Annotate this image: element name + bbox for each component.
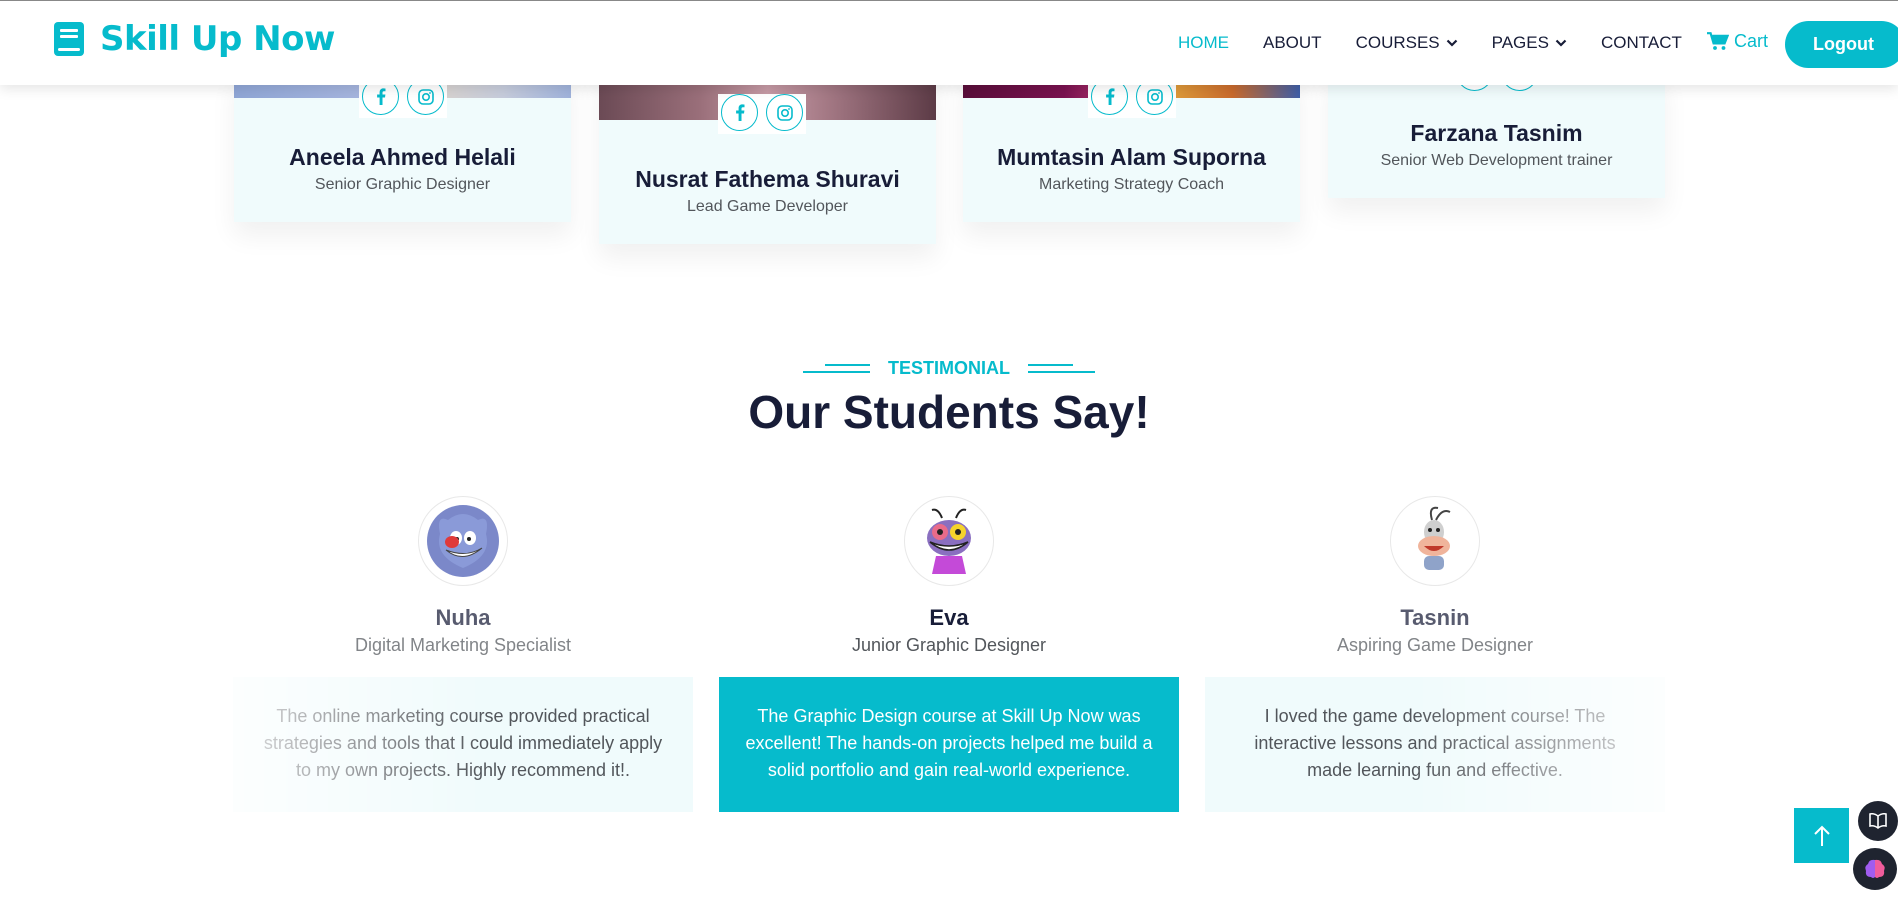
cartoon-cockroach-avatar bbox=[1418, 506, 1451, 570]
nav-courses-label: COURSES bbox=[1355, 33, 1440, 52]
brain-icon bbox=[1865, 859, 1885, 878]
facebook-icon bbox=[376, 88, 385, 105]
nav-home[interactable]: HOME bbox=[1178, 33, 1229, 53]
tag-line-left bbox=[803, 363, 870, 373]
team-member-name: Nusrat Fathema Shuravi bbox=[635, 166, 900, 192]
nav-contact[interactable]: CONTACT bbox=[1601, 33, 1682, 53]
team-card: Farzana Tasnim Senior Web Development tr… bbox=[1328, 54, 1665, 198]
team-socials bbox=[718, 94, 806, 134]
section-tag: TESTIMONIAL bbox=[803, 355, 1095, 381]
team-member-name: Mumtasin Alam Suporna bbox=[997, 144, 1266, 170]
nav-about-label: ABOUT bbox=[1263, 33, 1322, 52]
tag-line-right bbox=[1028, 363, 1095, 373]
nav-contact-label: CONTACT bbox=[1600, 33, 1682, 52]
nav-about[interactable]: ABOUT bbox=[1263, 33, 1322, 53]
team-member-role: Senior Web Development trainer bbox=[1380, 152, 1613, 169]
nav-pages-label: PAGES bbox=[1491, 33, 1549, 52]
team-member-role: Lead Game Developer bbox=[687, 198, 848, 215]
nav-pages-dropdown[interactable]: PAGES bbox=[1492, 33, 1567, 53]
team-member-name: Aneela Ahmed Helali bbox=[289, 144, 516, 170]
cartoon-cat-avatar bbox=[427, 505, 499, 577]
testimonial-item: Tasnin Aspiring Game Designer I loved th… bbox=[1205, 496, 1665, 812]
open-book-icon bbox=[1869, 813, 1887, 829]
cart-label: Cart bbox=[1734, 31, 1769, 51]
testimonial-avatar bbox=[904, 496, 994, 586]
team-card: Aneela Ahmed Helali Senior Graphic Desig… bbox=[234, 70, 571, 222]
facebook-link[interactable] bbox=[721, 94, 758, 131]
testimonial-item: Nuha Digital Marketing Specialist The on… bbox=[233, 496, 693, 812]
testimonial-role: Junior Graphic Designer bbox=[851, 635, 1047, 655]
cartoon-bug-avatar bbox=[927, 508, 971, 574]
ai-assistant-button[interactable] bbox=[1853, 848, 1897, 890]
chevron-down-icon bbox=[1446, 39, 1457, 47]
cart-link[interactable]: Cart bbox=[1707, 31, 1768, 52]
testimonial-name: Nuha bbox=[435, 605, 491, 630]
brand-logo-link[interactable]: Skill Up Now bbox=[52, 19, 335, 59]
arrow-up-icon bbox=[1813, 825, 1830, 846]
facebook-icon bbox=[1105, 88, 1114, 105]
nav-links: HOME ABOUT COURSES PAGES CONTACT bbox=[1178, 33, 1716, 53]
back-to-top-button[interactable] bbox=[1794, 808, 1849, 863]
nav-courses-dropdown[interactable]: COURSES bbox=[1356, 33, 1458, 53]
testimonial-avatar bbox=[418, 496, 508, 586]
chevron-down-icon bbox=[1555, 39, 1567, 47]
instagram-icon bbox=[776, 104, 793, 121]
brand-name: Skill Up Now bbox=[100, 19, 335, 59]
cart-icon bbox=[1707, 32, 1729, 50]
testimonial-avatar bbox=[1390, 496, 1480, 586]
instagram-icon bbox=[417, 88, 434, 105]
section-tag-text: TESTIMONIAL bbox=[888, 357, 1010, 378]
instagram-icon bbox=[1146, 88, 1163, 105]
facebook-icon bbox=[735, 104, 744, 121]
testimonial-text: I loved the game development course! The… bbox=[1205, 677, 1665, 812]
testimonial-text: The online marketing course provided pra… bbox=[233, 677, 693, 812]
navbar: Skill Up Now HOME ABOUT COURSES PAGES CO… bbox=[0, 0, 1898, 85]
logout-button[interactable]: Logout bbox=[1785, 21, 1898, 68]
testimonial-text: The Graphic Design course at Skill Up No… bbox=[719, 677, 1179, 812]
testimonial-name: Eva bbox=[929, 605, 969, 630]
nav-home-label: HOME bbox=[1178, 33, 1229, 52]
instagram-link[interactable] bbox=[766, 94, 803, 131]
section-title: Our Students Say! bbox=[748, 386, 1150, 438]
team-card: Nusrat Fathema Shuravi Lead Game Develop… bbox=[599, 70, 936, 244]
team-member-name: Farzana Tasnim bbox=[1410, 120, 1583, 146]
testimonial-name: Tasnin bbox=[1400, 605, 1470, 630]
team-member-role: Marketing Strategy Coach bbox=[1039, 176, 1224, 193]
reader-mode-button[interactable] bbox=[1858, 801, 1898, 841]
team-card: Mumtasin Alam Suporna Marketing Strategy… bbox=[963, 70, 1300, 222]
book-icon bbox=[54, 22, 84, 56]
team-member-role: Senior Graphic Designer bbox=[314, 176, 491, 193]
testimonial-role: Digital Marketing Specialist bbox=[354, 635, 572, 655]
testimonial-item-active: Eva Junior Graphic Designer The Graphic … bbox=[719, 496, 1179, 812]
testimonial-role: Aspiring Game Designer bbox=[1336, 635, 1534, 655]
